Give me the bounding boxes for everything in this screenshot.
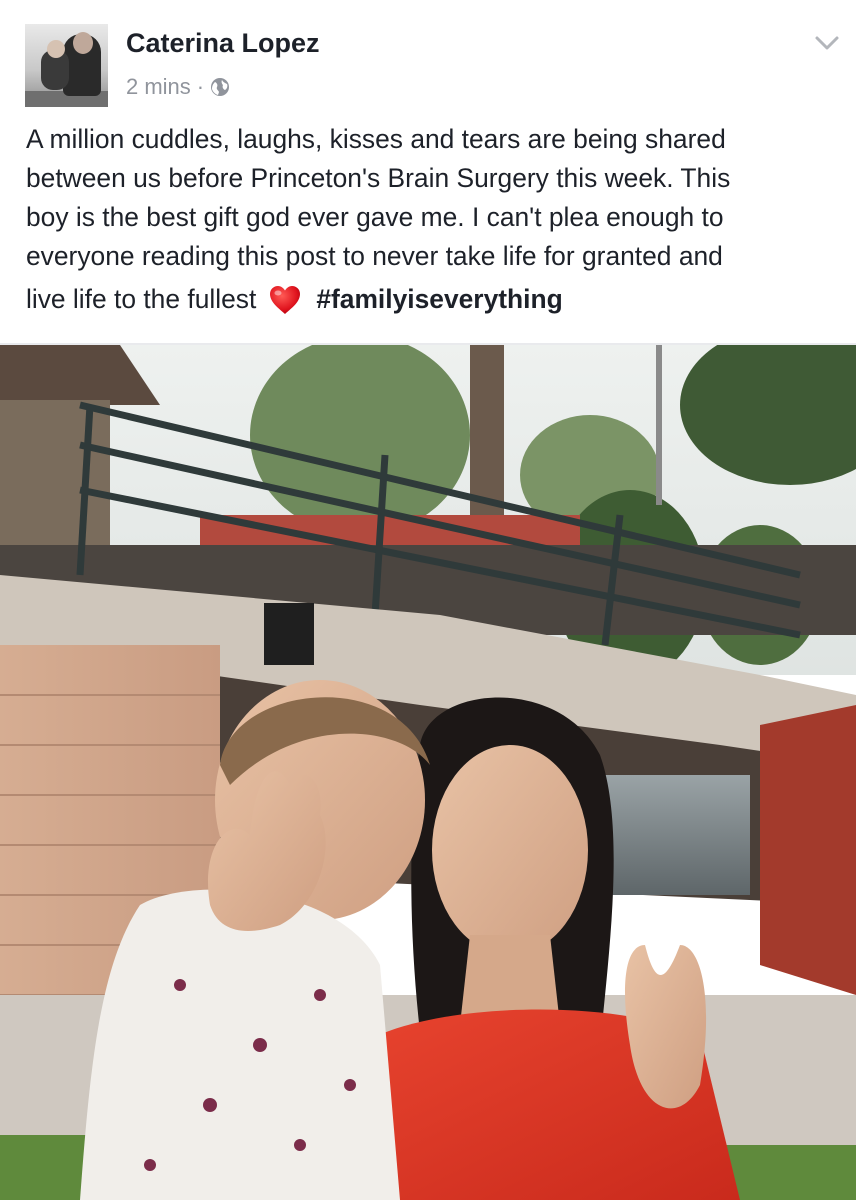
post-timestamp[interactable]: 2 mins	[126, 74, 191, 100]
photo-hut-wall	[0, 400, 110, 570]
photo-pole	[656, 345, 662, 505]
heart-icon	[270, 285, 301, 314]
avatar-child-head	[47, 40, 65, 58]
photo-red-bridge	[760, 705, 856, 995]
post-text-line: A million cuddles, laughs, kisses and te…	[26, 124, 726, 154]
author-name[interactable]: Caterina Lopez	[126, 28, 320, 59]
post-meta: 2 mins ·	[126, 73, 230, 101]
post-text: A million cuddles, laughs, kisses and te…	[26, 120, 841, 319]
post-text-line: live life to the fullest	[26, 284, 257, 314]
post-text-last-line: live life to the fullest #familyiseveryt…	[26, 280, 841, 319]
photo-child-shirt	[80, 889, 400, 1200]
globe-icon[interactable]	[210, 77, 230, 97]
photo-waterfall	[600, 775, 750, 895]
hashtag-link[interactable]: #familyiseverything	[316, 280, 562, 319]
avatar[interactable]	[25, 24, 108, 107]
post-photo[interactable]	[0, 345, 856, 1200]
avatar-woman-head	[73, 32, 93, 54]
photo-sign	[264, 603, 314, 665]
meta-separator: ·	[196, 74, 205, 99]
post-header: Caterina Lopez 2 mins ·	[0, 0, 856, 120]
chevron-down-icon[interactable]	[814, 32, 840, 54]
post-text-line: everyone reading this post to never take…	[26, 241, 723, 271]
photo-woman-face	[432, 745, 588, 955]
post-text-line: between us before Princeton's Brain Surg…	[26, 163, 731, 193]
post-text-line: boy is the best gift god ever gave me. I…	[26, 202, 724, 232]
